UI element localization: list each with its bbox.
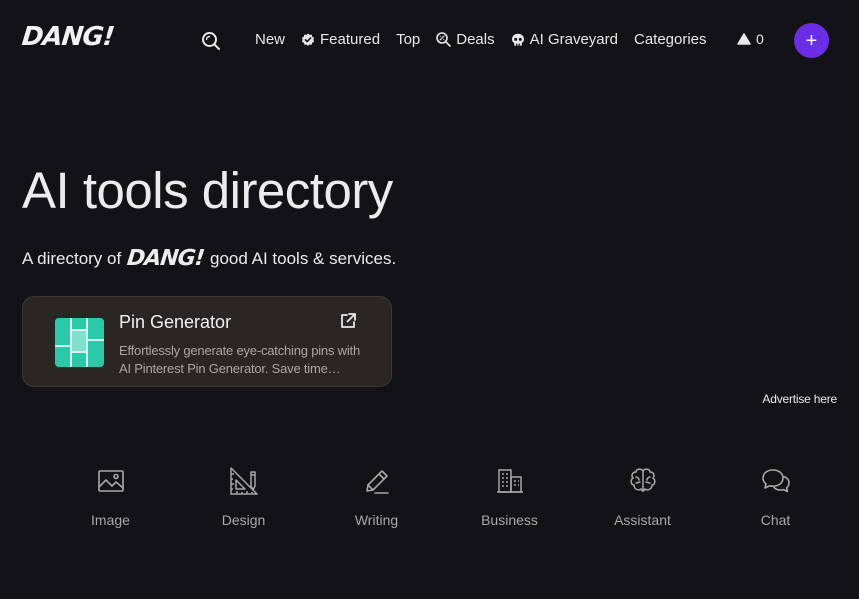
search-icon (202, 32, 220, 50)
category-writing[interactable]: Writing (310, 465, 443, 528)
nav-top[interactable]: Top (396, 31, 420, 48)
upvotes-count: 0 (756, 31, 764, 47)
nav-top-label: Top (396, 31, 421, 48)
triangle-up-icon (737, 33, 751, 45)
brand-logo[interactable]: DANG! (20, 22, 115, 52)
nav-new-label: New (255, 31, 286, 48)
search-button[interactable] (199, 29, 223, 53)
category-list: Image Design Writing Business Assistant … (44, 465, 842, 528)
nav-categories-label: Categories (633, 31, 707, 48)
category-image-label: Image (91, 512, 130, 528)
category-assistant[interactable]: Assistant (576, 465, 709, 528)
nav-categories[interactable]: Categories (634, 31, 707, 48)
add-tool-button[interactable]: + (794, 23, 829, 58)
external-link-button[interactable] (339, 312, 357, 330)
nav-featured-label: Featured (320, 31, 381, 48)
category-business[interactable]: Business (443, 465, 576, 528)
category-assistant-label: Assistant (614, 512, 671, 528)
page: DANG! New Featured Top Deals AI Graveyar… (0, 0, 859, 599)
pin-generator-logo (55, 318, 104, 367)
category-image[interactable]: Image (44, 465, 177, 528)
ruler-pencil-icon (229, 467, 258, 495)
upvotes-counter[interactable]: 0 (737, 31, 764, 47)
image-icon (97, 470, 124, 492)
building-icon (496, 469, 523, 493)
page-title: AI tools directory (22, 162, 393, 219)
nav-new[interactable]: New (255, 31, 285, 48)
skull-icon (511, 33, 524, 46)
featured-tool-description: Effortlessly generate eye-catching pins … (119, 343, 360, 376)
category-design-label: Design (221, 512, 266, 528)
badge-check-icon (301, 33, 315, 46)
nav-featured[interactable]: Featured (301, 31, 380, 48)
page-subtitle: A directory of DANG! good AI tools & ser… (22, 246, 396, 271)
nav-ai-graveyard-label: AI Graveyard (529, 31, 618, 48)
advertise-link[interactable]: Advertise here (762, 392, 837, 406)
main-nav: New Featured Top Deals AI Graveyard Cate… (255, 31, 707, 48)
nav-ai-graveyard[interactable]: AI Graveyard (511, 31, 618, 48)
featured-tool-card[interactable]: Pin Generator Effortlessly generate eye-… (22, 296, 392, 387)
subtitle-after: good AI tools & services. (210, 248, 397, 268)
discount-search-icon (436, 32, 452, 47)
brain-icon (629, 468, 656, 492)
category-design[interactable]: Design (177, 465, 310, 528)
nav-deals[interactable]: Deals (436, 31, 495, 48)
featured-tool-title[interactable]: Pin Generator (119, 312, 231, 333)
subtitle-before: A directory of (22, 248, 122, 268)
category-writing-label: Writing (354, 512, 399, 528)
category-business-label: Business (481, 512, 538, 528)
pencil-icon (365, 470, 389, 494)
subtitle-logo: DANG! (125, 246, 206, 271)
external-link-icon (341, 313, 356, 328)
nav-deals-label: Deals (456, 31, 495, 48)
chat-bubbles-icon (761, 469, 790, 493)
category-chat[interactable]: Chat (709, 465, 842, 528)
category-chat-label: Chat (760, 512, 791, 528)
